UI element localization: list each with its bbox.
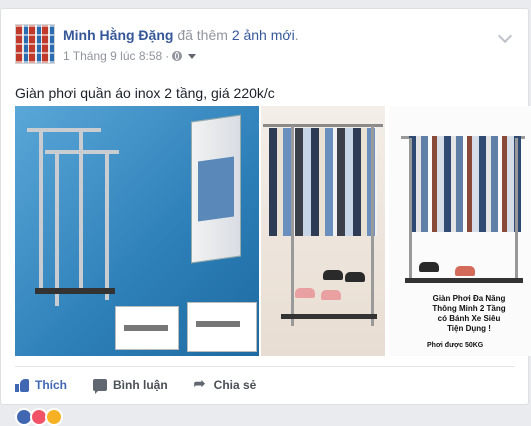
globe-icon[interactable] [172,51,183,61]
photo-rack-clothes[interactable] [261,106,385,356]
promo-line: Tiện Dụng ! [447,324,491,333]
reaction-icons[interactable] [15,408,63,426]
share-label: Chia sẻ [213,378,257,392]
post-header: Minh Hằng Đặng đã thêm 2 ảnh mới. [63,27,299,43]
hanging-clothes-2 [409,136,521,232]
comment-label: Bình luận [113,378,168,392]
timestamp[interactable]: 1 Tháng 9 lúc 8:58 [63,49,162,63]
promo-text: Giàn Phơi Đa Năng Thông Minh 2 Tầng có B… [417,294,521,334]
action-text: đã thêm [177,27,228,43]
photo-rack-blue[interactable] [15,106,259,356]
promo-subtext: Phơi được 50KG [427,342,484,349]
action-bar: Thích Bình luận Chia sẻ [15,375,282,395]
photo-rack-promo[interactable]: Giàn Phơi Đa Năng Thông Minh 2 Tầng có B… [389,106,531,356]
comment-icon [93,379,107,394]
meta-separator: · [165,49,170,63]
like-label: Thích [35,378,67,392]
promo-line: có Bánh Xe Siêu [437,314,501,323]
detail-inset-1 [115,306,179,350]
product-box [191,114,241,264]
detail-inset-2 [187,302,257,352]
photo-grid: Giàn Phơi Đa Năng Thông Minh 2 Tầng có B… [15,106,531,356]
chevron-down-icon[interactable] [497,28,513,44]
comment-button[interactable]: Bình luận [93,378,168,394]
new-photos-link[interactable]: 2 ảnh mới [232,27,295,43]
promo-line: Thông Minh 2 Tầng [432,304,506,313]
like-icon [15,378,29,392]
promo-line: Giàn Phơi Đa Năng [432,294,506,303]
share-button[interactable]: Chia sẻ [194,375,257,392]
avatar[interactable] [15,24,55,64]
hanging-clothes [269,128,377,236]
divider [15,366,515,367]
author-name[interactable]: Minh Hằng Đặng [63,27,173,43]
like-button[interactable]: Thích [15,378,67,392]
share-icon [194,375,208,392]
haha-reaction-icon [45,408,63,426]
action-suffix: . [294,27,299,43]
post-text: Giàn phơi quần áo inox 2 tầng, giá 220k/… [15,85,275,101]
caret-down-icon[interactable] [188,53,197,59]
post-card: Minh Hằng Đặng đã thêm 2 ảnh mới. 1 Thán… [0,8,531,426]
post-meta: 1 Tháng 9 lúc 8:58 · [63,49,197,63]
